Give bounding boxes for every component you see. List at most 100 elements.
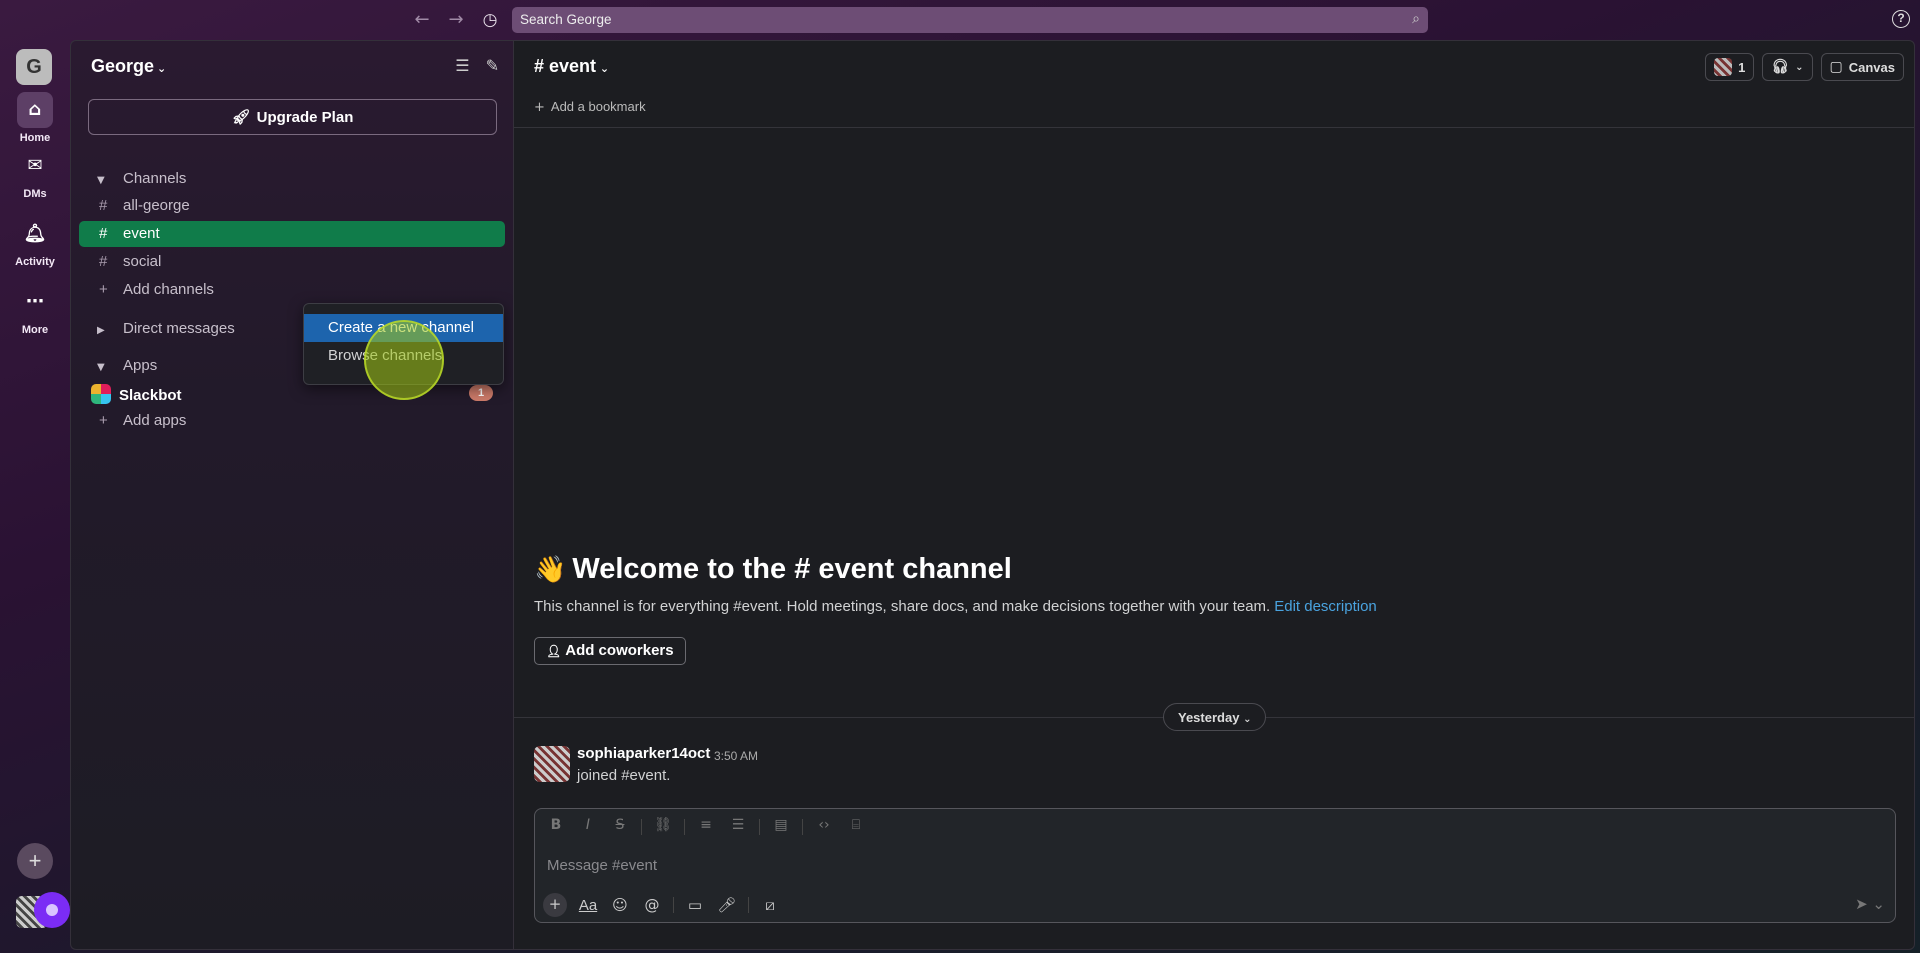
strikethrough-icon[interactable]: S xyxy=(609,817,631,835)
channel-sidebar: George ⌄ ☰ ✎ 🚀︎ Upgrade Plan ▼ Channels # al… xyxy=(70,40,513,950)
channel-title: event xyxy=(549,56,597,76)
workspace-name: George xyxy=(91,56,155,76)
add-channels-button[interactable]: + Add channels xyxy=(79,277,505,303)
rail-item-label: DMs xyxy=(23,188,47,200)
link-icon[interactable]: ⛓ xyxy=(652,817,674,835)
welcome-suffix: event channel xyxy=(818,553,1012,585)
ordered-list-icon[interactable]: ≡ xyxy=(695,817,717,835)
channels-section-header[interactable]: ▼ Channels xyxy=(97,170,186,187)
message-composer[interactable]: B I S ⛓ ≡ ☰ ▤ ‹› ⌸ Message #event + Aa ☺… xyxy=(534,808,1896,923)
upgrade-plan-button[interactable]: 🚀︎ Upgrade Plan xyxy=(88,99,497,135)
sidebar-item-all-george[interactable]: # all-george xyxy=(79,193,505,219)
hash-icon: # xyxy=(534,56,550,76)
attach-plus-icon[interactable]: + xyxy=(543,893,567,917)
message-author[interactable]: sophiaparker14oct xyxy=(577,745,710,762)
bookmark-label: Add a bookmark xyxy=(550,99,646,114)
workspace-menu[interactable]: George ⌄ xyxy=(91,56,166,77)
toolbar-divider xyxy=(759,819,760,835)
toolbar-divider xyxy=(802,819,803,835)
add-bookmark-button[interactable]: + Add a bookmark xyxy=(534,99,646,115)
channels-header-label: Channels xyxy=(123,170,187,187)
italic-icon[interactable]: I xyxy=(577,817,599,835)
status-indicator-icon xyxy=(34,892,70,928)
header-divider xyxy=(514,127,1914,128)
chevron-down-icon: ⌄ xyxy=(1243,714,1252,725)
canvas-icon: ▢ xyxy=(1829,59,1843,75)
slash-command-icon[interactable]: ⧄ xyxy=(759,896,781,914)
video-icon[interactable]: ▭ xyxy=(684,896,706,914)
compose-icon[interactable]: ✎ xyxy=(486,56,499,75)
direct-messages-section-header[interactable]: ▶ Direct messages xyxy=(97,320,235,337)
add-workspace-button[interactable]: + xyxy=(17,843,53,879)
code-block-icon[interactable]: ⌸ xyxy=(845,817,867,835)
mention-icon[interactable]: @ xyxy=(641,896,663,914)
emoji-icon[interactable]: ☺ xyxy=(609,896,631,914)
add-coworkers-button[interactable]: 👤︎ Add coworkers xyxy=(534,637,686,665)
rail-item-label: More xyxy=(21,324,49,336)
add-apps-button[interactable]: + Add apps xyxy=(79,408,505,434)
add-channels-label: Add channels xyxy=(123,281,214,298)
microphone-icon[interactable]: 🎤︎ xyxy=(716,896,738,914)
composer-input[interactable]: Message #event xyxy=(547,857,657,874)
code-icon[interactable]: ‹› xyxy=(813,817,835,835)
message-text: joined #event. xyxy=(577,767,671,784)
bulleted-list-icon[interactable]: ☰ xyxy=(727,817,749,835)
wave-icon: 👋 xyxy=(534,555,567,585)
user-avatar[interactable] xyxy=(14,890,70,930)
bold-icon[interactable]: B xyxy=(545,817,567,835)
search-input[interactable]: Search George ⌕ xyxy=(512,7,1428,33)
canvas-button[interactable]: ▢ Canvas xyxy=(1820,53,1904,81)
channel-view: # event ⌄ 1 🎧︎ ⌄ ▢ Canvas + Add a bookmar… xyxy=(513,40,1915,950)
dm-header-label: Direct messages xyxy=(123,320,235,337)
rocket-icon: 🚀︎ xyxy=(231,108,251,126)
upgrade-label: Upgrade Plan xyxy=(256,109,354,126)
formatting-toolbar: B I S ⛓ ≡ ☰ ▤ ‹› ⌸ xyxy=(545,817,867,835)
members-button[interactable]: 1 xyxy=(1705,53,1755,81)
member-avatar xyxy=(1714,58,1733,76)
filter-icon[interactable]: ☰ xyxy=(455,56,469,75)
caret-down-icon: ▼ xyxy=(97,362,105,373)
day-label: Yesterday xyxy=(1178,710,1240,725)
channel-title-button[interactable]: # event ⌄ xyxy=(534,56,609,77)
toolbar-divider xyxy=(748,897,749,913)
send-icon[interactable]: ➤ ⌄ xyxy=(1855,895,1885,913)
description-text: This channel is for everything #event. H… xyxy=(534,598,1271,615)
member-count: 1 xyxy=(1738,59,1746,75)
slackbot-avatar-icon xyxy=(91,384,111,404)
channel-name: social xyxy=(123,253,162,270)
workspace-avatar[interactable]: G xyxy=(16,49,52,85)
sidebar-item-event[interactable]: # event xyxy=(79,221,505,247)
day-jump-button[interactable]: Yesterday ⌄ xyxy=(1163,703,1267,731)
message-avatar[interactable] xyxy=(534,746,570,782)
add-apps-label: Add apps xyxy=(123,412,187,429)
rail-item-home[interactable]: ⌂ Home xyxy=(0,92,70,144)
plus-icon: + xyxy=(534,100,545,115)
huddle-button[interactable]: 🎧︎ ⌄ xyxy=(1762,53,1813,81)
person-add-icon: 👤︎ xyxy=(546,644,562,658)
rail-item-more[interactable]: ⋯ More xyxy=(0,284,70,336)
plus-icon: + xyxy=(99,281,108,298)
channel-header-actions: 1 🎧︎ ⌄ ▢ Canvas xyxy=(1705,53,1904,81)
sidebar-actions: ☰ ✎ xyxy=(455,56,499,75)
edit-description-link[interactable]: Edit description xyxy=(1274,598,1377,615)
history-nav: ← → ◷ xyxy=(410,8,502,32)
welcome-prefix: Welcome to the xyxy=(572,553,787,585)
forward-arrow-icon[interactable]: → xyxy=(444,8,468,32)
history-clock-icon[interactable]: ◷ xyxy=(478,8,502,32)
back-arrow-icon[interactable]: ← xyxy=(410,8,434,32)
message-timestamp[interactable]: 3:50 AM xyxy=(714,749,758,763)
hash-icon: # xyxy=(794,553,811,585)
apps-section-header[interactable]: ▼ Apps xyxy=(97,357,157,374)
unread-badge: 1 xyxy=(469,385,493,401)
text-format-icon[interactable]: Aa xyxy=(577,897,599,914)
slackbot-name: Slackbot xyxy=(119,387,182,404)
rail-item-activity[interactable]: 🔔︎ Activity xyxy=(0,216,70,268)
chevron-down-icon: ⌄ xyxy=(596,62,610,75)
sidebar-item-social[interactable]: # social xyxy=(79,249,505,275)
rail-item-dms[interactable]: ✉ DMs xyxy=(0,148,70,200)
help-icon[interactable]: ? xyxy=(1892,10,1910,28)
rail-item-label: Home xyxy=(19,132,51,144)
hash-icon: # xyxy=(99,253,108,270)
channel-name: event xyxy=(123,225,160,242)
blockquote-icon[interactable]: ▤ xyxy=(770,817,792,835)
